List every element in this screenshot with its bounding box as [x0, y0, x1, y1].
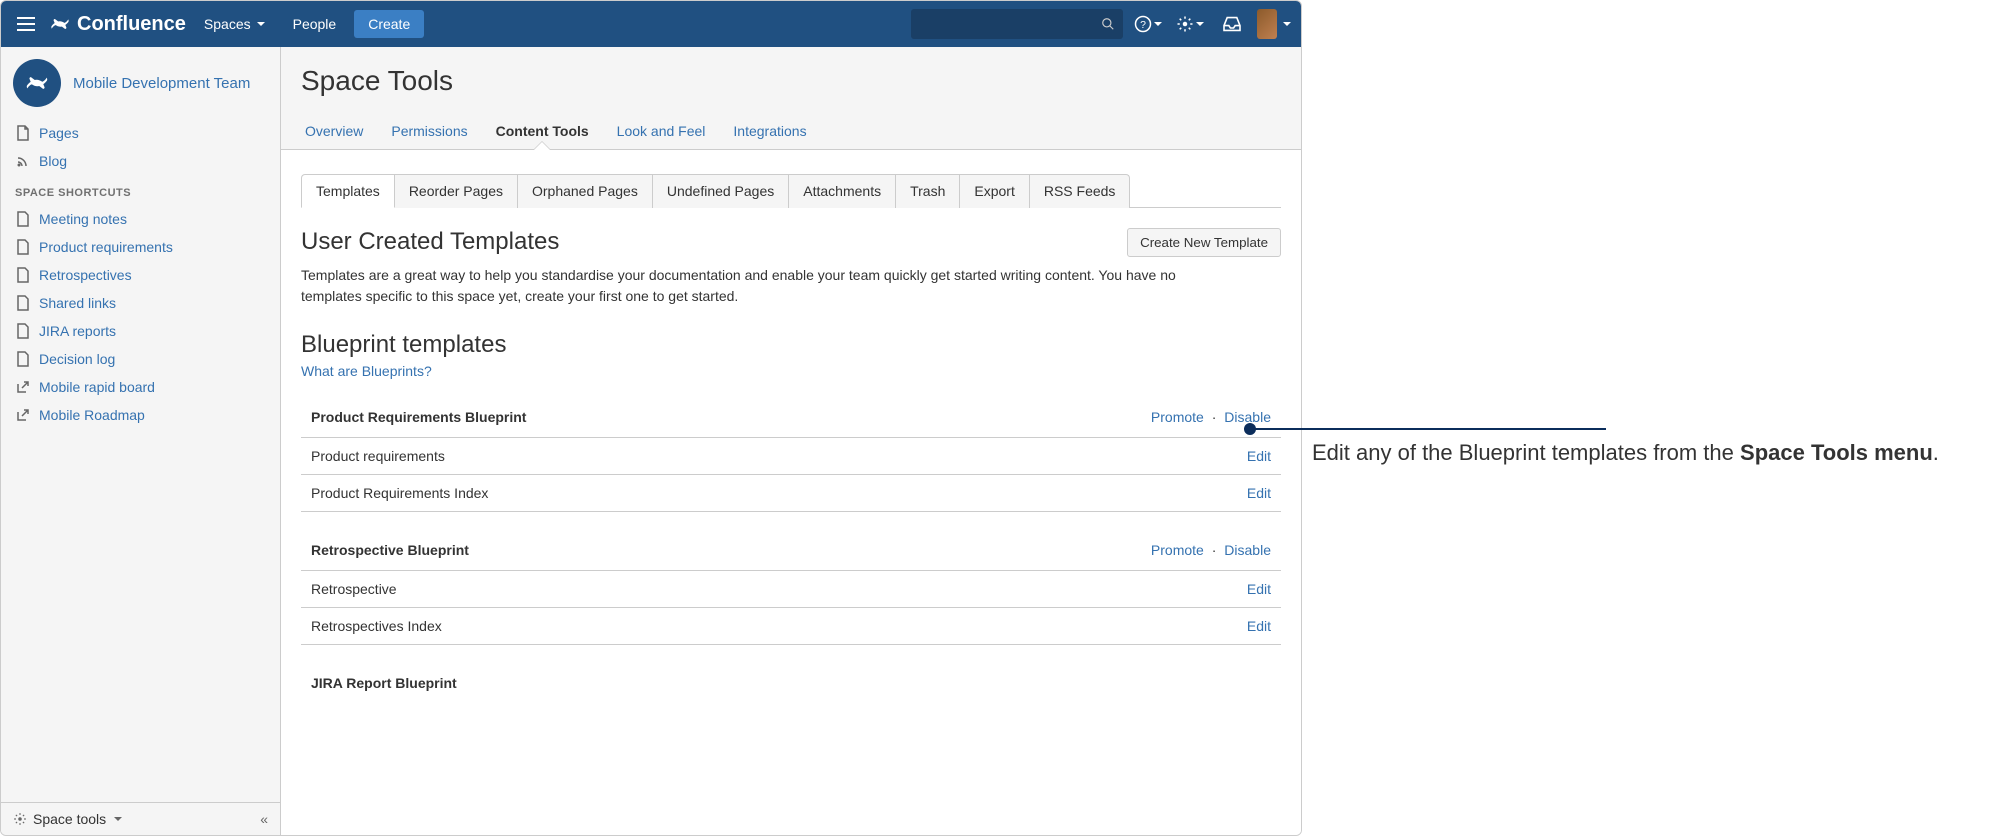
svg-text:?: ? [1140, 19, 1146, 31]
user-menu[interactable] [1257, 9, 1291, 39]
shortcut-shared-links[interactable]: Shared links [13, 289, 268, 317]
caret-down-icon [1283, 22, 1291, 26]
tab-content-tools[interactable]: Content Tools [492, 115, 593, 149]
shortcut-meeting-notes[interactable]: Meeting notes [13, 205, 268, 233]
external-icon [15, 407, 31, 423]
shortcut-jira-reports[interactable]: JIRA reports [13, 317, 268, 345]
notifications-button[interactable] [1215, 9, 1249, 39]
subtab-reorder-pages[interactable]: Reorder Pages [395, 174, 518, 208]
tab-integrations[interactable]: Integrations [729, 115, 810, 149]
gear-icon [1176, 15, 1194, 33]
disable-link[interactable]: Disable [1224, 542, 1271, 558]
collapse-sidebar-icon[interactable]: « [260, 811, 268, 827]
edit-link[interactable]: Edit [1247, 485, 1271, 501]
what-are-blueprints-link[interactable]: What are Blueprints? [301, 363, 432, 379]
inbox-icon [1222, 16, 1242, 32]
search-icon [1101, 17, 1115, 31]
blueprint-template-name: Product requirements [311, 448, 445, 464]
edit-link[interactable]: Edit [1247, 618, 1271, 634]
product-name: Confluence [77, 13, 186, 36]
page-title: Space Tools [301, 65, 1281, 97]
caret-down-icon [257, 22, 265, 26]
caret-down-icon [1154, 22, 1162, 26]
page-icon [15, 211, 31, 227]
subtab-rss-feeds[interactable]: RSS Feeds [1030, 174, 1131, 208]
shortcut-product-requirements[interactable]: Product requirements [13, 233, 268, 261]
blueprint-templates-heading: Blueprint templates [301, 331, 1281, 359]
subtab-templates[interactable]: Templates [301, 174, 395, 208]
nav-spaces[interactable]: Spaces [194, 10, 275, 38]
annotation-line [1248, 428, 1606, 430]
space-logo[interactable] [13, 59, 61, 107]
gear-icon [13, 812, 27, 826]
nav-people[interactable]: People [283, 10, 347, 38]
space-shortcuts-heading: SPACE SHORTCUTS [13, 175, 268, 205]
promote-link[interactable]: Promote [1151, 409, 1204, 425]
sidebar-pages[interactable]: Pages [13, 119, 268, 147]
space-tools-menu[interactable]: Space tools [13, 811, 122, 827]
shortcut-retrospectives[interactable]: Retrospectives [13, 261, 268, 289]
space-name-link[interactable]: Mobile Development Team [73, 75, 250, 92]
page-icon [15, 267, 31, 283]
shortcut-decision-log[interactable]: Decision log [13, 345, 268, 373]
help-button[interactable]: ? [1131, 9, 1165, 39]
settings-button[interactable] [1173, 9, 1207, 39]
page-icon [15, 125, 31, 141]
edit-link[interactable]: Edit [1247, 448, 1271, 464]
blueprint-group-name: JIRA Report Blueprint [311, 675, 457, 691]
subtab-trash[interactable]: Trash [896, 174, 960, 208]
tab-permissions[interactable]: Permissions [387, 115, 471, 149]
blueprint-group-name: Product Requirements Blueprint [311, 409, 526, 425]
templates-description: Templates are a great way to help you st… [301, 265, 1231, 307]
blueprint-template-name: Product Requirements Index [311, 485, 488, 501]
blueprint-template-name: Retrospective [311, 581, 397, 597]
page-icon [15, 323, 31, 339]
subtab-undefined-pages[interactable]: Undefined Pages [653, 174, 789, 208]
caret-down-icon [1196, 22, 1204, 26]
annotation-text: Edit any of the Blueprint templates from… [1312, 438, 1972, 468]
page-icon [15, 239, 31, 255]
edit-link[interactable]: Edit [1247, 581, 1271, 597]
create-button[interactable]: Create [354, 10, 424, 38]
rss-icon [15, 153, 31, 169]
promote-link[interactable]: Promote [1151, 542, 1204, 558]
page-icon [15, 351, 31, 367]
tab-overview[interactable]: Overview [301, 115, 367, 149]
shortcut-mobile-roadmap[interactable]: Mobile Roadmap [13, 401, 268, 429]
app-switcher-icon[interactable] [11, 9, 41, 39]
subtab-export[interactable]: Export [960, 174, 1029, 208]
sidebar-blog[interactable]: Blog [13, 147, 268, 175]
blueprint-group-name: Retrospective Blueprint [311, 542, 469, 558]
page-icon [15, 295, 31, 311]
tab-look-and-feel[interactable]: Look and Feel [613, 115, 710, 149]
subtab-attachments[interactable]: Attachments [789, 174, 896, 208]
subtab-orphaned-pages[interactable]: Orphaned Pages [518, 174, 653, 208]
caret-down-icon [114, 817, 122, 821]
search-input[interactable] [911, 9, 1123, 39]
confluence-logo[interactable]: Confluence [49, 13, 186, 36]
create-new-template-button[interactable]: Create New Template [1127, 228, 1281, 257]
shortcut-mobile-rapid-board[interactable]: Mobile rapid board [13, 373, 268, 401]
avatar [1257, 9, 1277, 39]
user-templates-heading: User Created Templates [301, 228, 559, 256]
blueprint-template-name: Retrospectives Index [311, 618, 442, 634]
external-icon [15, 379, 31, 395]
